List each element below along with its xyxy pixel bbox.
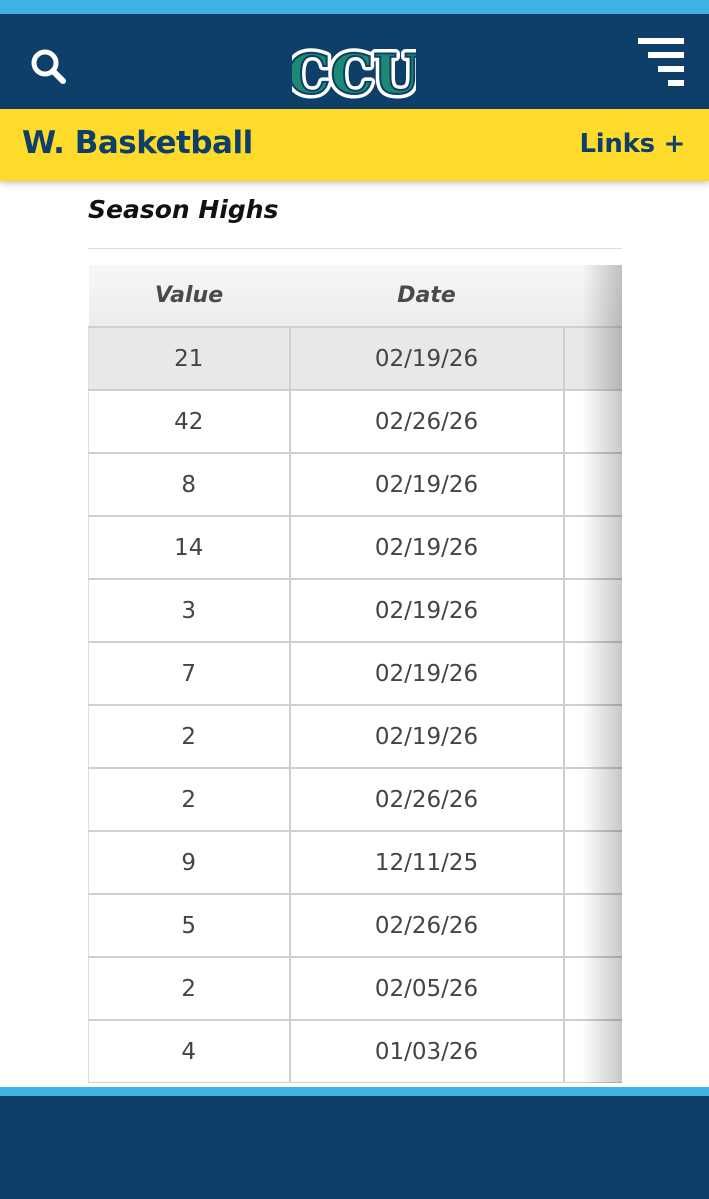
cell-value: 21 [88, 326, 291, 391]
links-toggle[interactable]: Links + [580, 129, 686, 159]
cell-value: 7 [88, 641, 291, 706]
bottom-accent-strip [0, 1087, 709, 1096]
cell-extra [562, 326, 622, 391]
cell-extra [562, 767, 622, 832]
cell-date: 02/19/26 [288, 578, 565, 643]
cell-value: 2 [88, 956, 291, 1021]
search-icon [31, 49, 66, 84]
ccu-logo-image: CCU CCU [283, 38, 425, 111]
cell-value: 14 [88, 515, 291, 580]
cell-date: 02/19/26 [288, 641, 565, 706]
top-accent-strip [0, 0, 709, 14]
section-title: Season Highs [88, 195, 279, 224]
cell-date: 01/03/26 [288, 1019, 565, 1083]
cell-extra [562, 830, 622, 895]
table-row: 2 02/19/26 [88, 704, 622, 769]
cell-value: 5 [88, 893, 291, 958]
table-row: 8 02/19/26 [88, 452, 622, 517]
ccu-logo[interactable]: CCU CCU [283, 36, 425, 111]
table-row: 14 02/19/26 [88, 515, 622, 580]
cell-value: 4 [88, 1019, 291, 1083]
cell-extra [562, 389, 622, 454]
column-header-value[interactable]: Value [88, 265, 290, 328]
cell-value: 9 [88, 830, 291, 895]
cell-extra [562, 893, 622, 958]
table-row: 4 01/03/26 [88, 1019, 622, 1083]
site-footer [0, 1096, 709, 1199]
cell-extra [562, 578, 622, 643]
menu-button[interactable] [632, 36, 688, 92]
cell-extra [562, 1019, 622, 1083]
cell-extra [562, 641, 622, 706]
cell-value: 3 [88, 578, 291, 643]
cell-date: 02/19/26 [288, 452, 565, 517]
cell-value: 2 [88, 767, 291, 832]
cell-date: 02/19/26 [288, 515, 565, 580]
cell-value: 8 [88, 452, 291, 517]
cell-extra [562, 704, 622, 769]
cell-date: 02/26/26 [288, 893, 565, 958]
sport-title[interactable]: W. Basketball [22, 125, 253, 161]
column-header-extra[interactable] [563, 265, 622, 328]
table-row: 42 02/26/26 [88, 389, 622, 454]
section-divider [88, 248, 622, 249]
cell-date: 02/19/26 [288, 326, 565, 391]
table-row: 7 02/19/26 [88, 641, 622, 706]
table-row: 3 02/19/26 [88, 578, 622, 643]
cell-date: 02/26/26 [288, 389, 565, 454]
season-highs-table-container[interactable]: Value Date 21 02/19/26 42 02/26/26 8 02/… [88, 265, 622, 1083]
table-row: 9 12/11/25 [88, 830, 622, 895]
search-button[interactable] [26, 44, 72, 90]
cell-extra [562, 515, 622, 580]
table-row: 21 02/19/26 [88, 326, 622, 391]
cell-value: 42 [88, 389, 291, 454]
cell-extra [562, 956, 622, 1021]
hamburger-menu-icon [638, 38, 684, 86]
logo-text: CCU [292, 42, 416, 106]
table-row: 2 02/05/26 [88, 956, 622, 1021]
sport-subbar: W. Basketball Links + [0, 109, 709, 181]
site-header: CCU CCU [0, 14, 709, 111]
season-highs-table: Value Date 21 02/19/26 42 02/26/26 8 02/… [88, 265, 622, 1083]
cell-value: 2 [88, 704, 291, 769]
cell-date: 02/26/26 [288, 767, 565, 832]
cell-extra [562, 452, 622, 517]
table-header-row: Value Date [88, 265, 622, 328]
table-row: 2 02/26/26 [88, 767, 622, 832]
cell-date: 02/19/26 [288, 704, 565, 769]
cell-date: 02/05/26 [288, 956, 565, 1021]
column-header-date[interactable]: Date [289, 265, 564, 328]
cell-date: 12/11/25 [288, 830, 565, 895]
table-row: 5 02/26/26 [88, 893, 622, 958]
